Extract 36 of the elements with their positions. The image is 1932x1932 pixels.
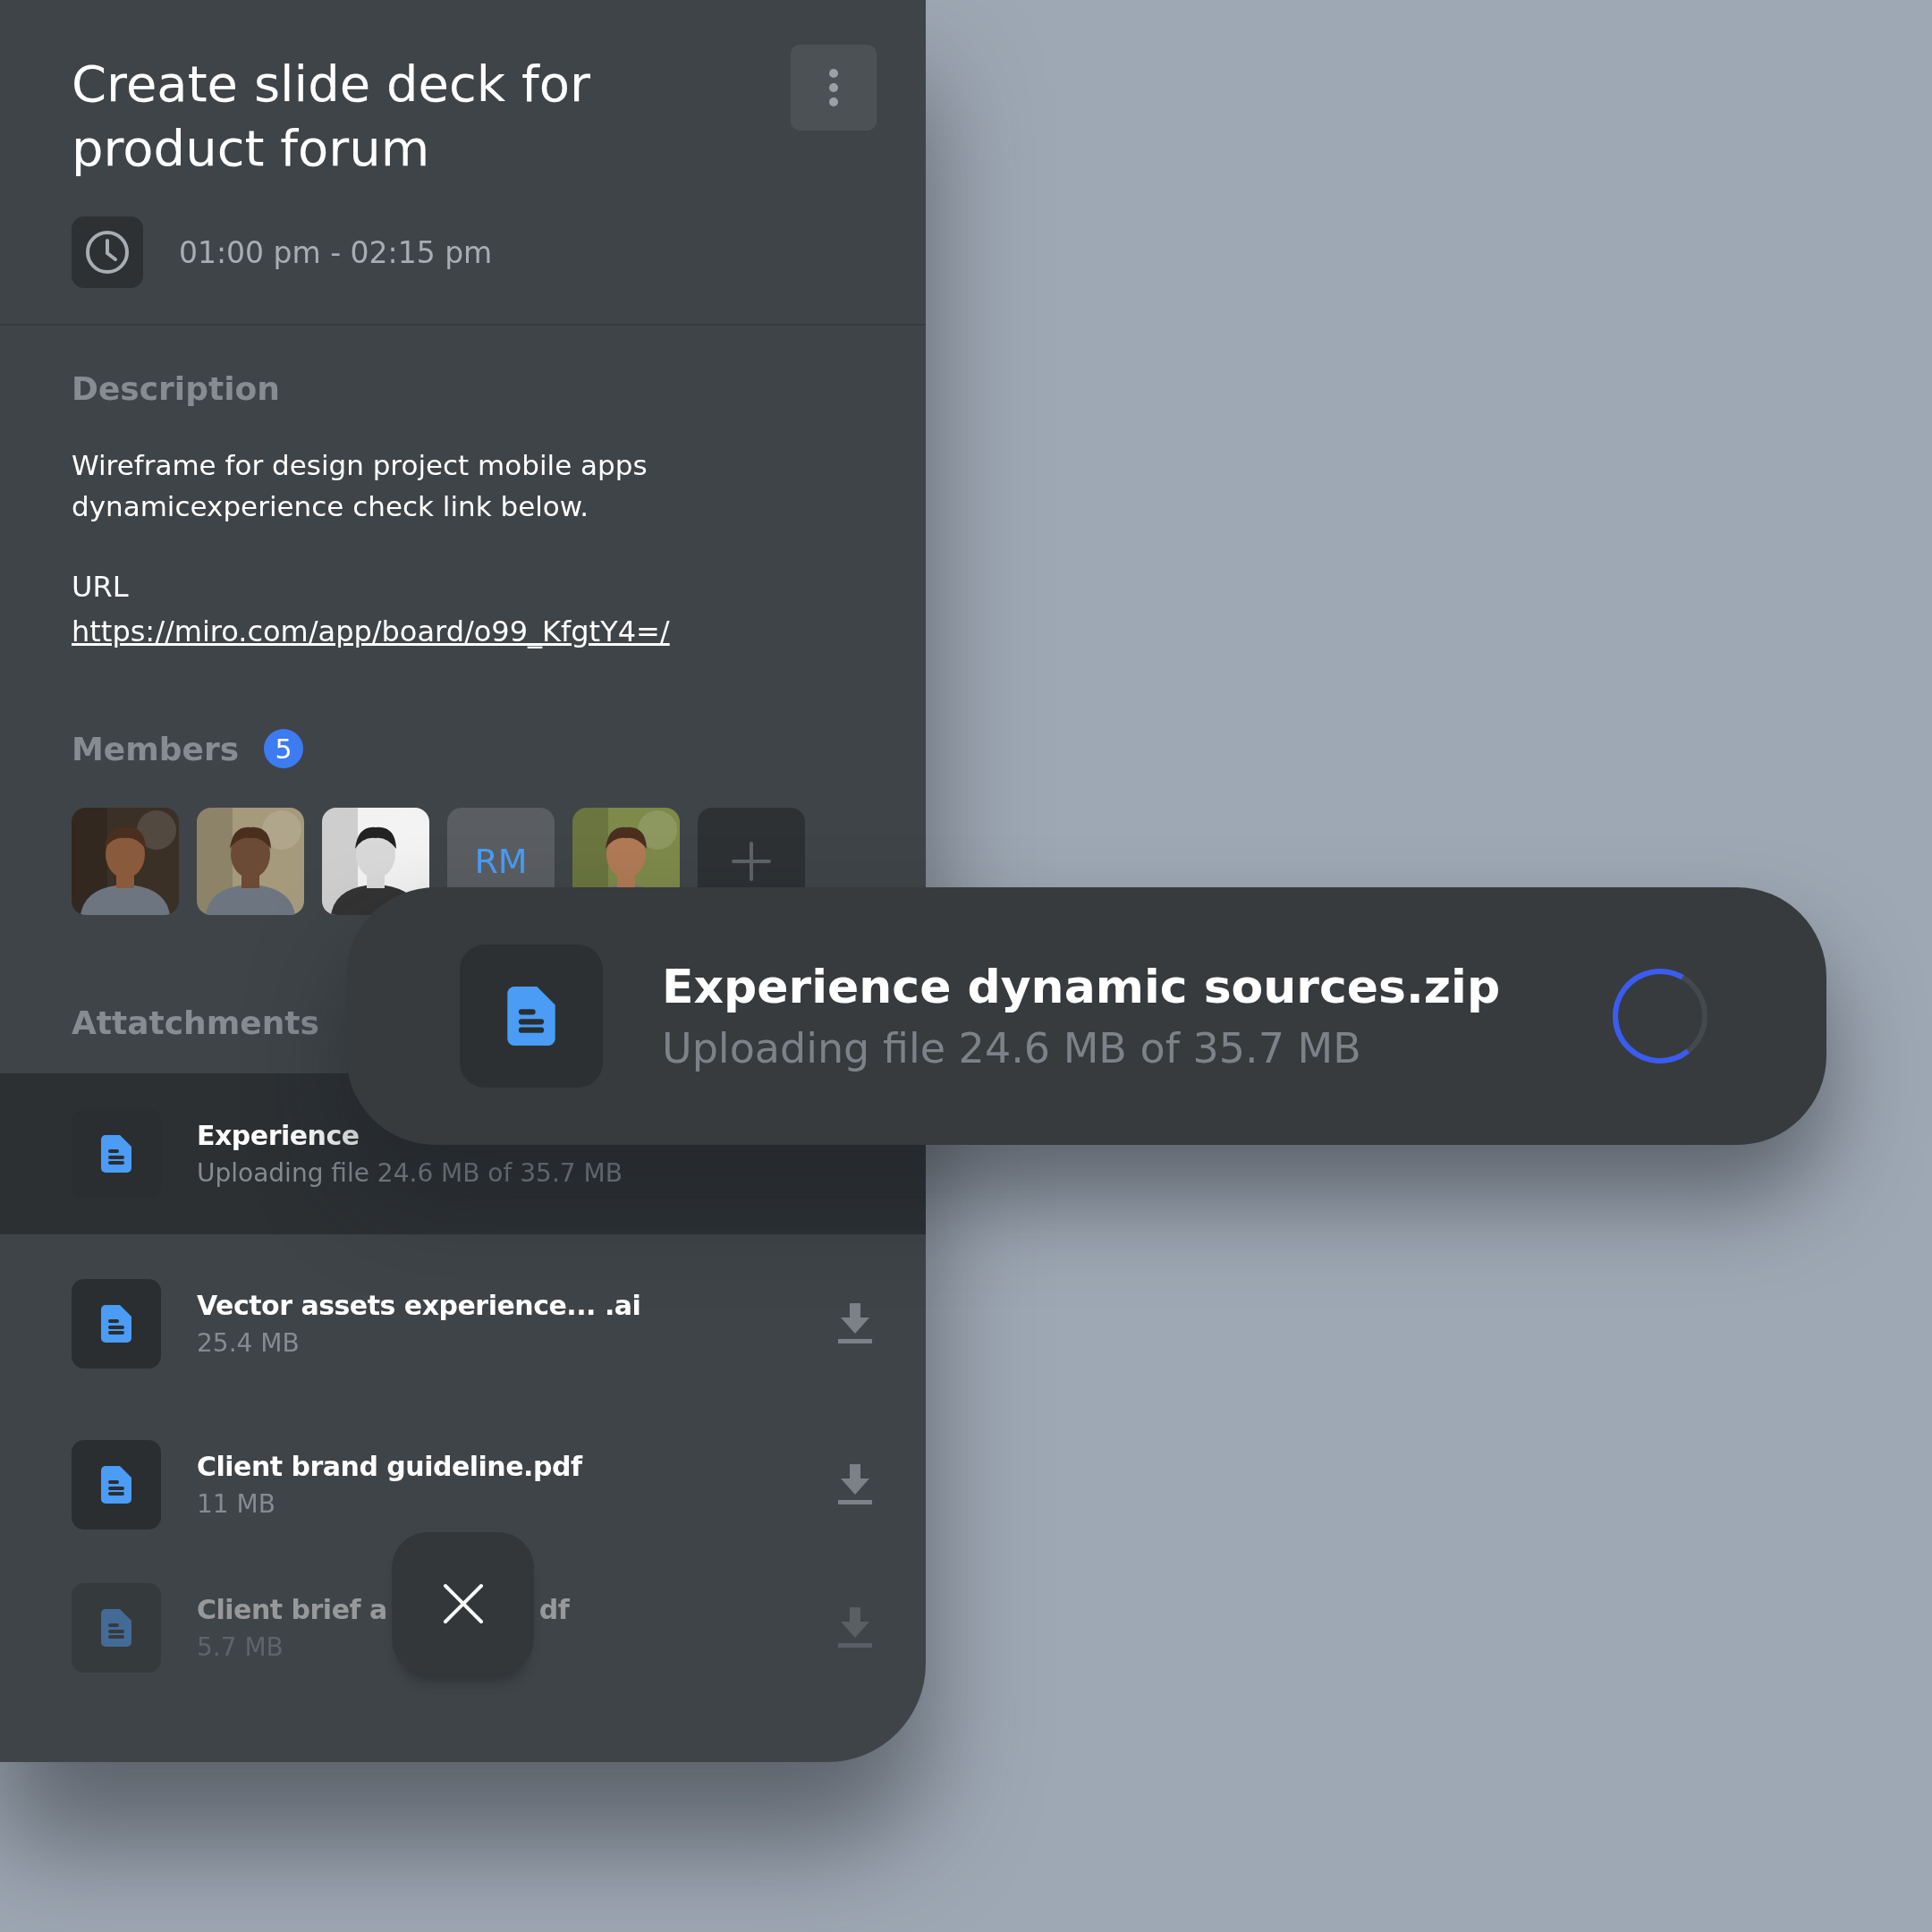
file-name: Experience dynamic sources.zip	[662, 960, 1501, 1013]
close-button[interactable]	[392, 1532, 534, 1674]
document-icon	[101, 1305, 131, 1343]
document-icon	[101, 1609, 131, 1647]
section-heading: Description	[72, 370, 280, 407]
time-range: 01:00 pm - 02:15 pm	[179, 234, 493, 270]
download-icon	[838, 1464, 872, 1505]
section-heading: Attatchments	[72, 1004, 319, 1041]
download-icon	[838, 1607, 872, 1648]
url-label: URL	[72, 570, 129, 604]
more-button[interactable]	[791, 45, 877, 131]
task-title: Create slide deck for product forum	[72, 54, 591, 179]
file-name: Client brief a	[197, 1594, 387, 1625]
file-name: df	[538, 1594, 570, 1625]
document-icon	[507, 987, 555, 1046]
file-name: Vector assets experience... .ai	[197, 1290, 641, 1321]
url-link[interactable]: https://miro.com/app/board/o99_KfgtY4=/	[72, 614, 670, 648]
plus-icon	[732, 842, 771, 881]
more-icon	[828, 68, 839, 107]
section-heading: Members	[72, 730, 240, 767]
close-icon	[442, 1582, 484, 1624]
upload-status: Uploading file 24.6 MB of 35.7 MB	[662, 1024, 1361, 1072]
description-text: Wireframe for design project mobile apps dynamicexperience check link below.	[72, 448, 648, 524]
file-name: Client brand guideline.pdf	[197, 1451, 582, 1482]
file-name: Experience	[197, 1120, 360, 1151]
clock-icon	[84, 229, 131, 275]
count-badge: 5	[264, 729, 304, 768]
file-size: Uploading file 24.6 MB of 35.7 MB	[197, 1158, 623, 1188]
download-button[interactable]	[838, 1464, 872, 1505]
download-icon	[838, 1303, 872, 1344]
file-size: 11 MB	[197, 1489, 275, 1519]
file-size: 25.4 MB	[197, 1328, 300, 1358]
download-button[interactable]	[838, 1607, 872, 1648]
download-button[interactable]	[838, 1303, 872, 1344]
document-icon	[101, 1135, 131, 1173]
document-icon	[101, 1466, 131, 1504]
